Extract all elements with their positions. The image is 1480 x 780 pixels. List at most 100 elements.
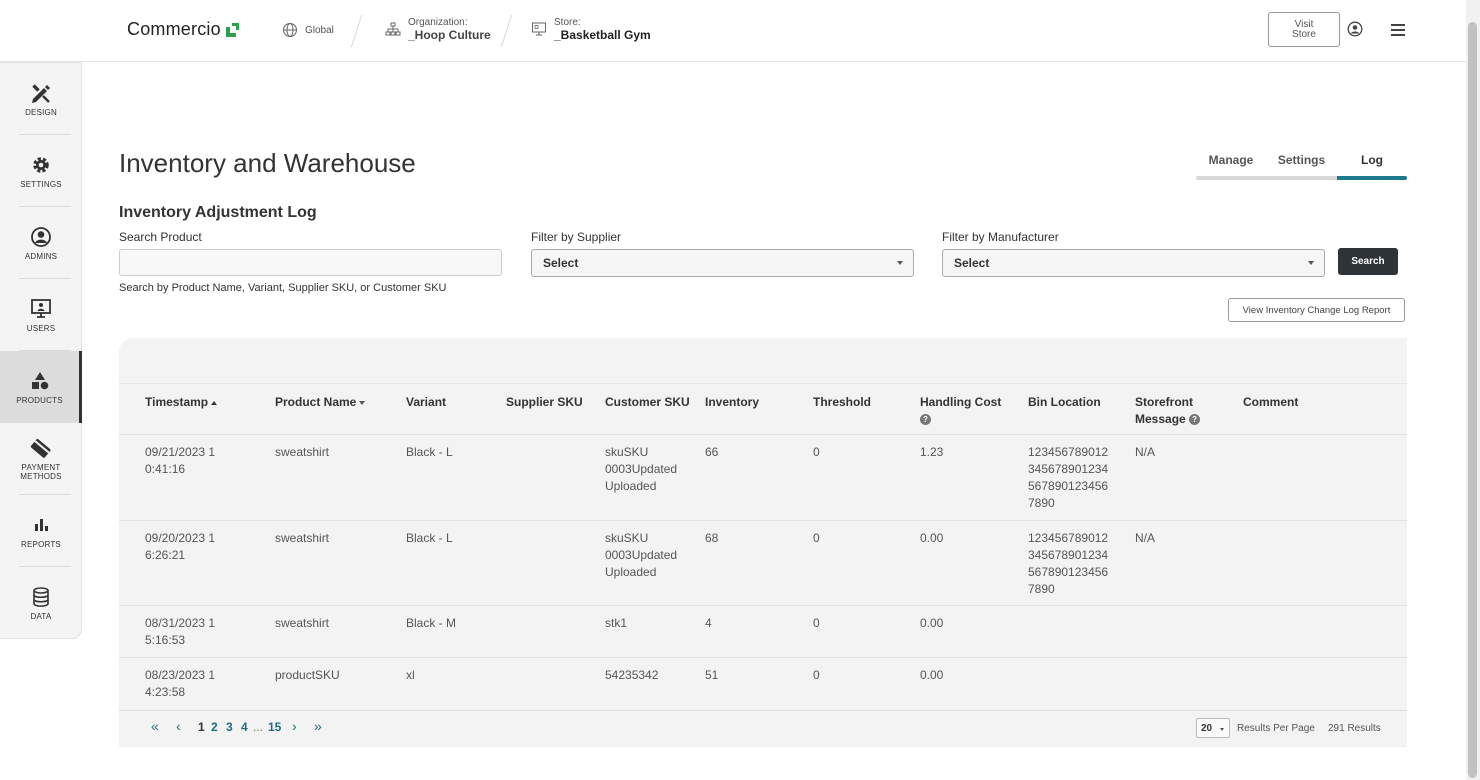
table-header: Timestamp Product Name Variant Supplier … (119, 383, 1407, 435)
sort-descending-icon (359, 400, 366, 405)
bar-chart-icon (35, 518, 48, 531)
sidebar-item-label: REPORTS (21, 539, 61, 549)
per-page-value: 20 (1201, 723, 1213, 734)
table-row[interactable]: 09/20/2023 16:26:21 sweatshirt Black - L… (119, 521, 1407, 606)
cell-handling-cost: 0.00 (920, 616, 944, 630)
cell-product-name: sweatshirt (275, 531, 330, 545)
cell-variant: Black - L (406, 445, 453, 459)
supplier-select[interactable]: Select (531, 249, 914, 277)
manufacturer-select[interactable]: Select (942, 249, 1325, 277)
cell-product-name: sweatshirt (275, 616, 330, 630)
admin-user-icon (31, 226, 51, 247)
search-helper-text: Search by Product Name, Variant, Supplie… (119, 282, 447, 294)
help-icon[interactable]: ? (1189, 414, 1201, 426)
cell-handling-cost: 0.00 (920, 668, 944, 682)
caret-down-icon (1308, 261, 1314, 265)
sidebar-item-settings[interactable]: SETTINGS (0, 135, 82, 207)
sidebar-item-data[interactable]: DATA (0, 567, 82, 639)
sidebar-item-design[interactable]: DESIGN (0, 63, 82, 135)
next-page-icon[interactable]: › (292, 718, 297, 734)
logo-text: Commercio (127, 19, 221, 39)
column-header-inventory: Inventory (705, 395, 760, 409)
top-header: Commercio Global Organization: _Hoop Cul… (0, 0, 1466, 62)
results-per-page-select[interactable]: 20 (1196, 718, 1230, 738)
cell-customer-sku: 54235342 (605, 668, 659, 682)
first-page-icon[interactable]: « (151, 718, 159, 734)
sidebar-item-admins[interactable]: ADMINS (0, 207, 82, 279)
cell-inventory: 4 (705, 616, 712, 630)
logo-mark-icon (225, 22, 239, 37)
filter-manufacturer-label: Filter by Manufacturer (942, 230, 1059, 244)
column-header-timestamp[interactable]: Timestamp (145, 394, 218, 411)
sidebar-item-products[interactable]: PRODUCTS (0, 351, 82, 423)
cell-inventory: 66 (705, 445, 719, 459)
cell-storefront-message: N/A (1135, 531, 1156, 545)
store-crumb[interactable]: Store: _Basketball Gym (531, 16, 651, 42)
search-product-input[interactable] (119, 249, 502, 276)
search-product-label: Search Product (119, 230, 202, 244)
cell-variant: Black - L (406, 531, 453, 545)
column-header-bin-location: Bin Location (1028, 395, 1101, 409)
sidebar-item-label: DATA (30, 611, 52, 621)
caret-down-icon (1220, 728, 1224, 731)
sidebar-item-label: ADMINS (24, 251, 58, 261)
crumb-separator (500, 15, 513, 47)
manufacturer-select-value: Select (954, 256, 990, 270)
table-row[interactable]: 08/23/2023 14:23:58 productSKU xl 542353… (119, 658, 1407, 711)
cell-timestamp: 09/20/2023 16:26:21 (145, 531, 216, 562)
organization-name: _Hoop Culture (408, 28, 491, 42)
cell-inventory: 68 (705, 531, 719, 545)
sidebar-item-reports[interactable]: REPORTS (0, 495, 82, 567)
page-link[interactable]: 3 (226, 720, 233, 734)
previous-page-icon[interactable]: ‹ (176, 718, 181, 734)
commercio-logo[interactable]: Commercio (127, 19, 240, 40)
design-tools-icon (32, 83, 50, 103)
search-button[interactable]: Search (1338, 248, 1398, 275)
user-account-icon[interactable] (1347, 21, 1363, 37)
visit-store-button[interactable]: Visit Store (1268, 12, 1340, 47)
sidebar-item-label: DESIGN (25, 107, 57, 117)
sidebar-item-users[interactable]: USERS (0, 279, 82, 351)
scrollbar-thumb[interactable] (1468, 22, 1477, 778)
crumb-separator (350, 15, 363, 47)
column-header-threshold: Threshold (813, 395, 872, 409)
table-row[interactable]: 09/21/2023 10:41:16 sweatshirt Black - L… (119, 435, 1407, 521)
page-link-current[interactable]: 1 (198, 720, 205, 734)
last-page-icon[interactable]: » (314, 718, 322, 734)
cell-customer-sku: skuSKU 0003Updated Uploaded (605, 531, 678, 579)
cell-threshold: 0 (813, 445, 820, 459)
page-tabs: Manage Settings Log (1196, 150, 1407, 180)
cell-handling-cost: 0.00 (920, 531, 944, 545)
cell-timestamp: 09/21/2023 10:41:16 (145, 445, 216, 476)
page-link[interactable]: 2 (211, 720, 218, 734)
cell-customer-sku: stk1 (605, 616, 628, 630)
global-crumb[interactable]: Global (282, 22, 334, 38)
page-link[interactable]: 4 (241, 720, 248, 734)
cell-timestamp: 08/31/2023 15:16:53 (145, 616, 216, 647)
hamburger-menu-icon[interactable] (1390, 23, 1406, 37)
org-chart-icon (385, 22, 401, 36)
column-header-product-name[interactable]: Product Name (275, 394, 366, 411)
table-row[interactable]: 08/31/2023 15:16:53 sweatshirt Black - M… (119, 606, 1407, 658)
cell-handling-cost: 1.23 (920, 445, 944, 459)
page-link-last[interactable]: 15 (268, 720, 281, 734)
column-title: Timestamp (145, 395, 209, 409)
sidebar-item-label: SETTINGS (20, 179, 62, 189)
column-header-handling-cost: Handling Cost? (920, 394, 1010, 428)
organization-crumb[interactable]: Organization: _Hoop Culture (385, 16, 491, 42)
sidebar-item-label: PAYMENT METHODS (20, 463, 62, 481)
cell-variant: Black - M (406, 616, 457, 630)
column-header-storefront-message: Storefront Message ? (1135, 394, 1215, 428)
help-icon[interactable]: ? (920, 414, 931, 426)
cell-threshold: 0 (813, 668, 820, 682)
view-change-log-report-button[interactable]: View Inventory Change Log Report (1228, 298, 1405, 322)
column-header-supplier-sku: Supplier SKU (506, 395, 583, 409)
column-header-comment: Comment (1243, 395, 1299, 409)
gear-icon (33, 156, 49, 173)
credit-card-icon (30, 438, 51, 458)
globe-icon (283, 23, 297, 37)
sidebar-item-payment-methods[interactable]: PAYMENT METHODS (0, 423, 82, 495)
cell-product-name: productSKU (275, 668, 340, 682)
cell-bin-location: 1234567890123456789012345678901234567890 (1028, 531, 1109, 596)
cell-bin-location: 1234567890123456789012345678901234567890 (1028, 445, 1109, 510)
